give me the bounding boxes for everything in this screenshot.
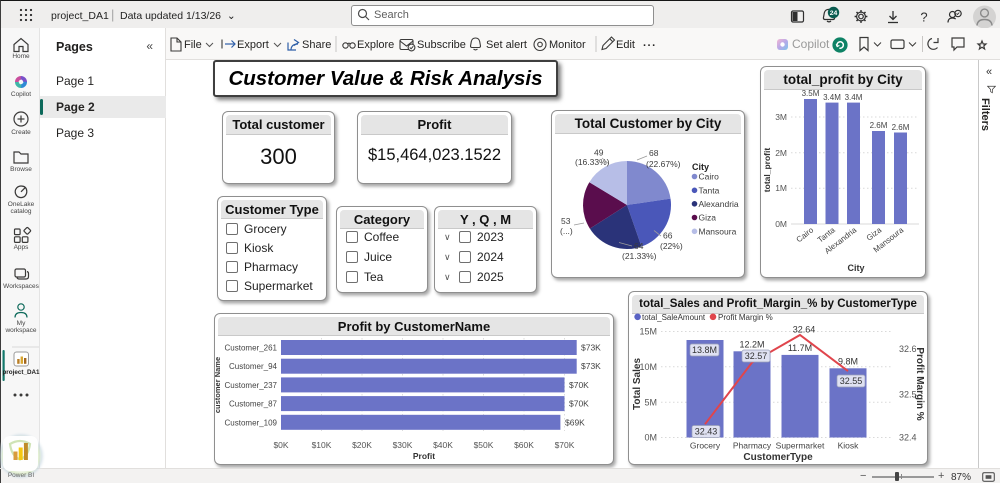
svg-text:(16.33%): (16.33%) <box>575 157 610 167</box>
svg-text:Edit: Edit <box>616 39 635 51</box>
svg-text:CustomerType: CustomerType <box>743 452 813 463</box>
svg-text:Set alert: Set alert <box>486 39 527 51</box>
svg-text:Export: Export <box>237 39 269 51</box>
svg-text:City: City <box>847 263 864 273</box>
svg-text:File: File <box>184 39 202 51</box>
svg-text:0M: 0M <box>644 433 657 443</box>
svg-text:$50K: $50K <box>474 440 494 450</box>
svg-text:(22.67%): (22.67%) <box>646 159 681 169</box>
svg-text:$30K: $30K <box>393 440 413 450</box>
svg-text:1M: 1M <box>775 183 787 193</box>
svg-text:Supermarket: Supermarket <box>776 441 825 451</box>
svg-text:53: 53 <box>561 216 571 226</box>
svg-text:$73K: $73K <box>581 361 601 371</box>
svg-text:customer Name: customer Name <box>215 357 222 413</box>
svg-text:Customer_261: Customer_261 <box>225 344 278 353</box>
svg-text:Profit Margin %: Profit Margin % <box>914 347 925 420</box>
svg-text:Customer_237: Customer_237 <box>225 381 278 390</box>
svg-text:Alexandria: Alexandria <box>699 199 739 209</box>
svg-text:?: ? <box>920 10 927 25</box>
svg-text:32.5: 32.5 <box>899 390 917 400</box>
svg-text:total_SaleAmount: total_SaleAmount <box>642 313 706 322</box>
svg-text:(21.33%): (21.33%) <box>622 251 657 261</box>
svg-text:total_profit: total_profit <box>762 148 772 193</box>
svg-text:(22%): (22%) <box>660 241 683 251</box>
svg-text:Cairo: Cairo <box>699 172 720 182</box>
svg-text:68: 68 <box>649 148 659 158</box>
svg-text:32.57: 32.57 <box>745 351 768 361</box>
svg-text:64: 64 <box>634 241 644 251</box>
svg-text:32.43: 32.43 <box>695 427 718 437</box>
svg-text:3.4M: 3.4M <box>845 93 863 102</box>
svg-text:$60K: $60K <box>514 440 534 450</box>
svg-text:Giza: Giza <box>699 213 717 223</box>
svg-text:Grocery: Grocery <box>690 441 721 451</box>
svg-text:Share: Share <box>302 39 331 51</box>
svg-text:Tanta: Tanta <box>699 185 720 195</box>
svg-text:$70K: $70K <box>555 440 575 450</box>
svg-text:(...): (...) <box>560 226 573 236</box>
svg-text:0M: 0M <box>775 219 787 229</box>
svg-text:15M: 15M <box>639 327 657 337</box>
svg-text:$0K: $0K <box>273 440 288 450</box>
svg-text:5M: 5M <box>644 398 657 408</box>
svg-text:...: ... <box>643 37 657 49</box>
svg-text:$69K: $69K <box>565 417 585 427</box>
svg-text:3M: 3M <box>775 112 787 122</box>
svg-text:$73K: $73K <box>581 343 601 353</box>
svg-text:66: 66 <box>663 231 673 241</box>
svg-text:Pharmacy: Pharmacy <box>733 441 772 451</box>
svg-text:Cairo: Cairo <box>795 225 816 244</box>
svg-text:$70K: $70K <box>569 399 589 409</box>
svg-text:49: 49 <box>594 148 604 158</box>
svg-text:24: 24 <box>830 10 838 17</box>
svg-text:3.4M: 3.4M <box>823 93 841 102</box>
svg-text:Monitor: Monitor <box>549 39 586 51</box>
svg-text:2M: 2M <box>775 148 787 158</box>
svg-text:$70K: $70K <box>569 380 589 390</box>
svg-text:City: City <box>692 162 709 172</box>
svg-text:Customer_94: Customer_94 <box>229 362 278 371</box>
svg-text:32.6: 32.6 <box>899 344 917 354</box>
svg-text:13.8M: 13.8M <box>692 345 717 355</box>
svg-text:$10K: $10K <box>312 440 332 450</box>
svg-text:$40K: $40K <box>433 440 453 450</box>
svg-text:Kiosk: Kiosk <box>838 441 860 451</box>
svg-text:Total Sales: Total Sales <box>632 358 643 410</box>
svg-text:2.6M: 2.6M <box>892 123 910 132</box>
svg-text:Customer_87: Customer_87 <box>229 400 278 409</box>
svg-text:Profit: Profit <box>413 451 435 461</box>
svg-text:Customer_109: Customer_109 <box>225 418 278 427</box>
svg-text:Power BI: Power BI <box>8 472 35 479</box>
svg-text:Profit Margin %: Profit Margin % <box>718 313 773 322</box>
svg-text:Explore: Explore <box>357 39 394 51</box>
svg-text:12.2M: 12.2M <box>739 340 764 350</box>
svg-text:2.6M: 2.6M <box>870 121 888 130</box>
svg-text:Subscribe: Subscribe <box>417 39 466 51</box>
svg-text:32.4: 32.4 <box>899 433 917 443</box>
svg-text:Copilot: Copilot <box>792 37 830 51</box>
svg-text:3.5M: 3.5M <box>802 90 820 98</box>
svg-text:Mansoura: Mansoura <box>699 226 737 236</box>
svg-text:$20K: $20K <box>352 440 372 450</box>
svg-text:32.55: 32.55 <box>840 376 863 386</box>
svg-text:32.64: 32.64 <box>793 325 816 335</box>
svg-text:11.7M: 11.7M <box>788 343 812 353</box>
